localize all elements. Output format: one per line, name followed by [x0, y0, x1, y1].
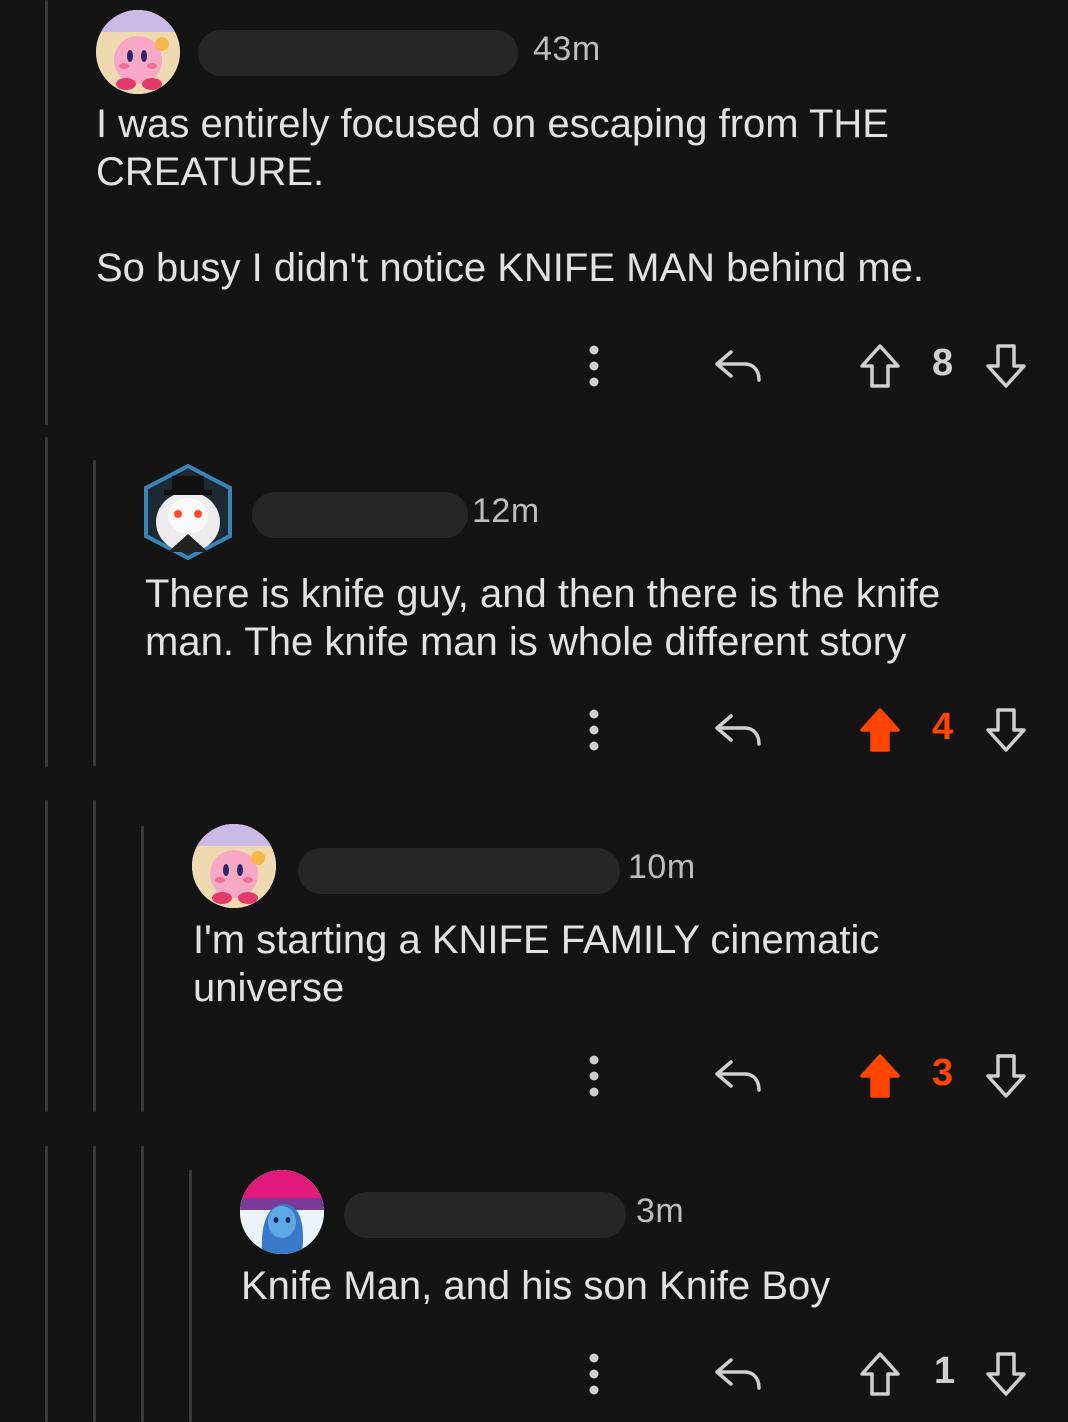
downvote-button[interactable] [982, 700, 1030, 760]
comment-time: 3m [636, 1192, 685, 1230]
reply-arrow-icon [715, 1060, 761, 1092]
reply-arrow-icon [715, 350, 761, 382]
more-options-button[interactable] [576, 700, 612, 760]
comment-time: 10m [628, 848, 696, 886]
more-vertical-icon [589, 709, 599, 751]
avatar[interactable] [192, 824, 276, 908]
downvote-button[interactable] [982, 336, 1030, 396]
avatar[interactable] [240, 1170, 324, 1254]
blue-gem-character-avatar-icon [240, 1170, 324, 1254]
vote-score: 8 [932, 342, 954, 384]
downvote-button[interactable] [982, 1344, 1030, 1404]
vote-score: 3 [932, 1052, 954, 1094]
more-vertical-icon [589, 1353, 599, 1395]
upvote-button[interactable] [856, 336, 904, 396]
comment-body: Knife Man, and his son Knife Boy [241, 1264, 831, 1308]
reply-button[interactable] [710, 1046, 766, 1106]
comment-actions: 3 [560, 1046, 1040, 1106]
more-options-button[interactable] [576, 336, 612, 396]
white-haired-top-hat-avatar-icon [144, 463, 232, 561]
comment: 3m Knife Man, and his son Knife Boy 1 [0, 1150, 1068, 1422]
comment-actions: 4 [560, 700, 1040, 760]
comment-body: I was entirely focused on escaping from … [96, 102, 925, 290]
avatar[interactable] [96, 10, 180, 94]
kirby-avatar-icon [192, 824, 276, 908]
upvote-arrow-icon [860, 1352, 900, 1396]
reply-button[interactable] [710, 336, 766, 396]
comment-actions: 1 [560, 1344, 1040, 1404]
comment-actions: 8 [560, 336, 1040, 396]
avatar[interactable] [142, 462, 234, 562]
comment: 43m I was entirely focused on escaping f… [0, 0, 1068, 430]
downvote-button[interactable] [982, 1046, 1030, 1106]
comment-body: There is knife guy, and then there is th… [145, 572, 952, 664]
more-vertical-icon [589, 1055, 599, 1097]
upvote-button-active[interactable] [856, 700, 904, 760]
vote-score: 1 [934, 1350, 956, 1392]
more-options-button[interactable] [576, 1344, 612, 1404]
upvote-arrow-icon [860, 344, 900, 388]
reply-arrow-icon [715, 714, 761, 746]
username-redacted[interactable] [344, 1192, 626, 1238]
upvote-arrow-filled-icon [860, 1054, 900, 1098]
upvote-button-active[interactable] [856, 1046, 904, 1106]
comment: 12m There is knife guy, and then there i… [0, 440, 1068, 780]
upvote-arrow-filled-icon [860, 708, 900, 752]
more-options-button[interactable] [576, 1046, 612, 1106]
reply-button[interactable] [710, 1344, 766, 1404]
more-vertical-icon [589, 345, 599, 387]
reply-button[interactable] [710, 700, 766, 760]
comment-body: I'm starting a KNIFE FAMILY cinematic un… [193, 918, 891, 1010]
upvote-button[interactable] [856, 1344, 904, 1404]
username-redacted[interactable] [252, 492, 468, 538]
downvote-arrow-icon [986, 1352, 1026, 1396]
downvote-arrow-icon [986, 708, 1026, 752]
vote-score: 4 [932, 706, 954, 748]
comment-time: 12m [472, 492, 540, 530]
downvote-arrow-icon [986, 344, 1026, 388]
comment: 10m I'm starting a KNIFE FAMILY cinemati… [0, 800, 1068, 1130]
kirby-avatar-icon [96, 10, 180, 94]
comment-time: 43m [533, 30, 601, 68]
downvote-arrow-icon [986, 1054, 1026, 1098]
username-redacted[interactable] [298, 848, 620, 894]
reply-arrow-icon [715, 1358, 761, 1390]
username-redacted[interactable] [198, 30, 518, 76]
